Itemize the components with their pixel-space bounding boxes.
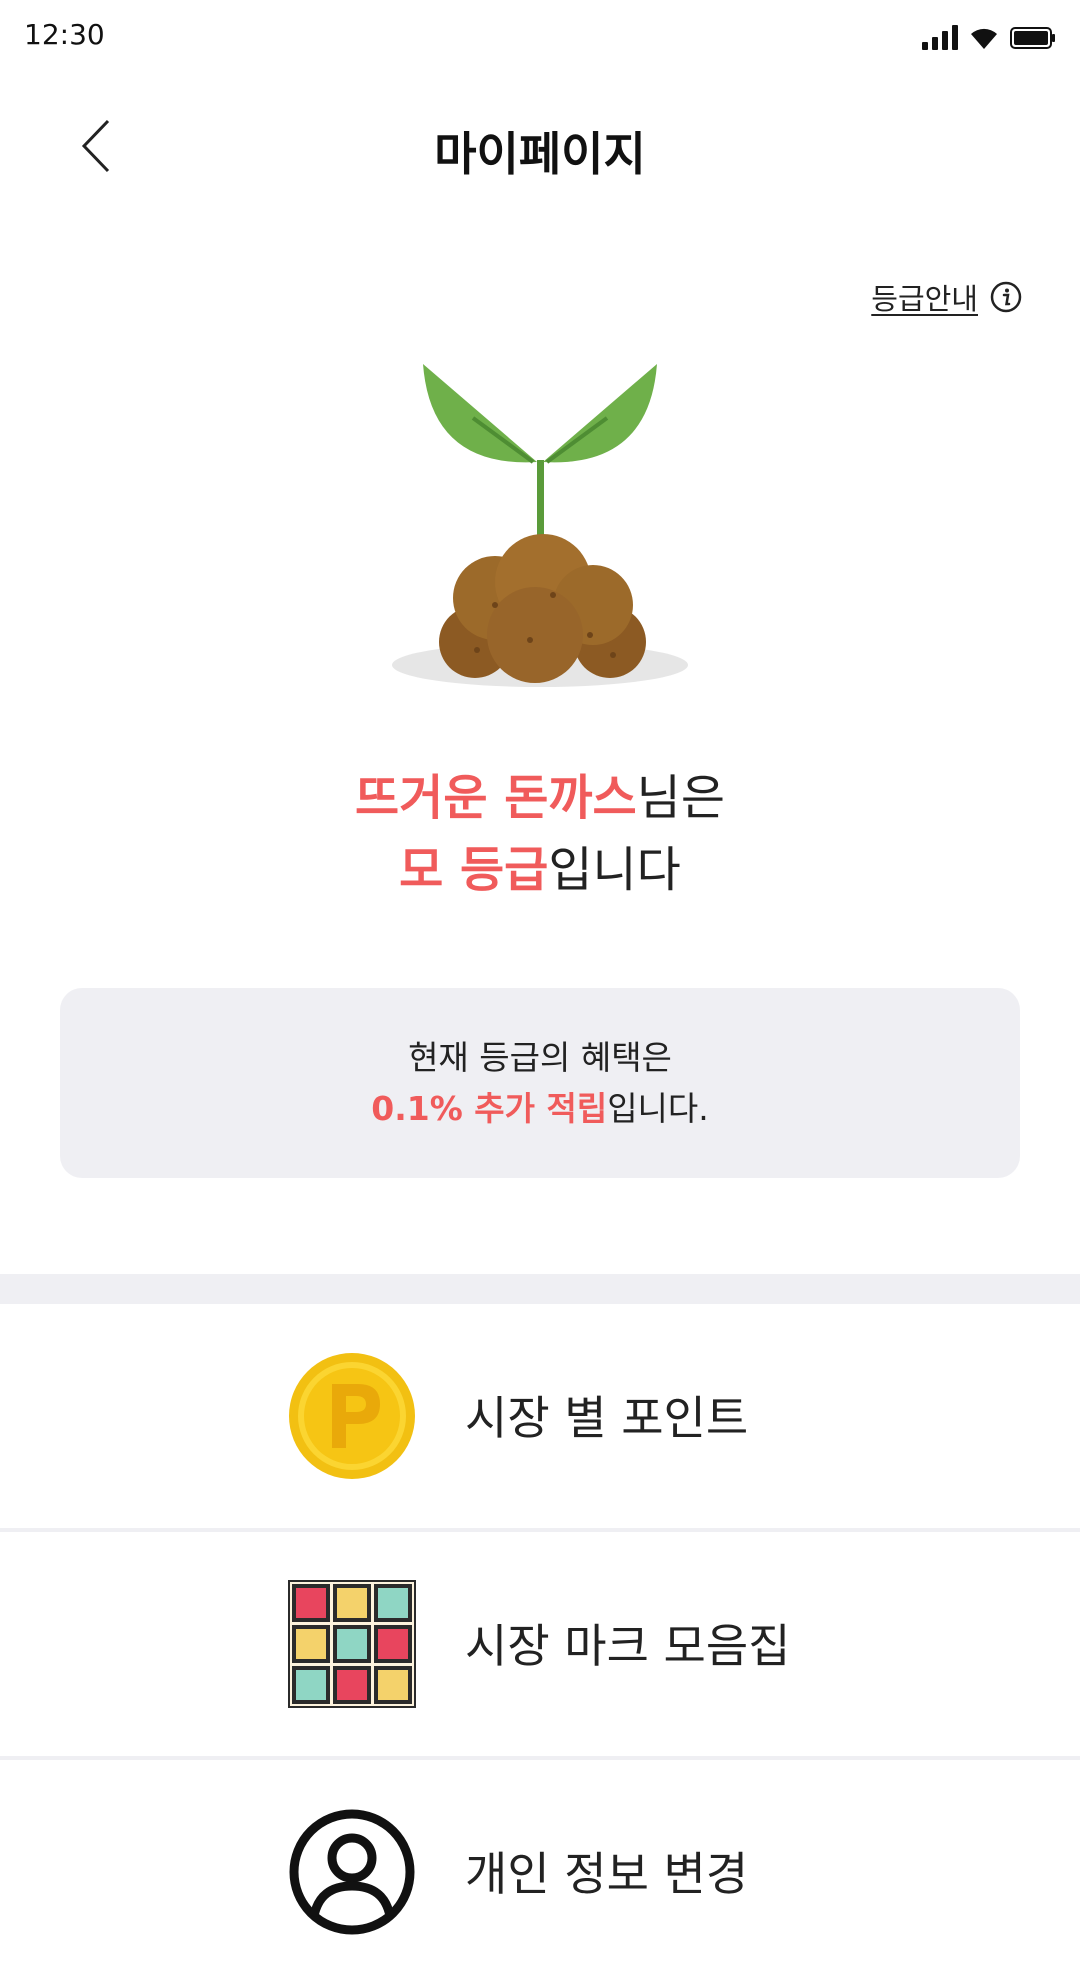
benefit-suffix: 입니다.: [607, 1089, 709, 1128]
menu-item-market-points[interactable]: 시장 별 포인트: [0, 1304, 1080, 1528]
user-nickname: 뜨거운 돈까스: [355, 770, 637, 826]
info-icon: [990, 281, 1022, 313]
user-profile-icon: [289, 1809, 415, 1935]
status-bar: 12:30: [0, 0, 1080, 72]
wifi-icon: [971, 28, 997, 49]
greeting-line-2: 모 등급입니다: [0, 834, 1080, 906]
menu-item-edit-profile[interactable]: 개인 정보 변경: [0, 1760, 1080, 1984]
menu-label: 개인 정보 변경: [465, 1847, 749, 1901]
battery-icon: [1010, 27, 1055, 49]
signal-icon: [922, 24, 958, 50]
greeting-suffix-2: 입니다: [548, 842, 681, 898]
mark-collection-grid-icon: [288, 1580, 416, 1708]
grade-guide-link[interactable]: 등급안내: [871, 276, 1022, 318]
sprout-icon: [392, 364, 688, 687]
point-coin-icon: [289, 1353, 415, 1479]
user-grade: 모 등급: [399, 842, 549, 898]
greeting-line-1: 뜨거운 돈까스님은: [0, 762, 1080, 834]
menu-item-mark-collection[interactable]: 시장 마크 모음집: [0, 1532, 1080, 1756]
benefit-highlight: 0.1% 추가 적립: [371, 1089, 608, 1128]
grade-greeting: 뜨거운 돈까스님은 모 등급입니다: [0, 762, 1080, 906]
grade-guide-label: 등급안내: [871, 282, 978, 316]
menu-label: 시장 마크 모음집: [465, 1619, 791, 1673]
benefit-line-2: 0.1% 추가 적립입니다.: [60, 1082, 1020, 1136]
status-time: 12:30: [24, 18, 105, 51]
page-title: 마이페이지: [434, 127, 646, 181]
benefit-line-1: 현재 등급의 혜택은: [408, 1038, 672, 1077]
status-icons: [922, 22, 1056, 50]
greeting-suffix-1: 님은: [636, 770, 725, 826]
header: 마이페이지: [0, 96, 1080, 196]
benefit-box: 현재 등급의 혜택은 0.1% 추가 적립입니다.: [60, 988, 1020, 1178]
section-divider: [0, 1274, 1080, 1304]
menu-label: 시장 별 포인트: [465, 1391, 749, 1445]
